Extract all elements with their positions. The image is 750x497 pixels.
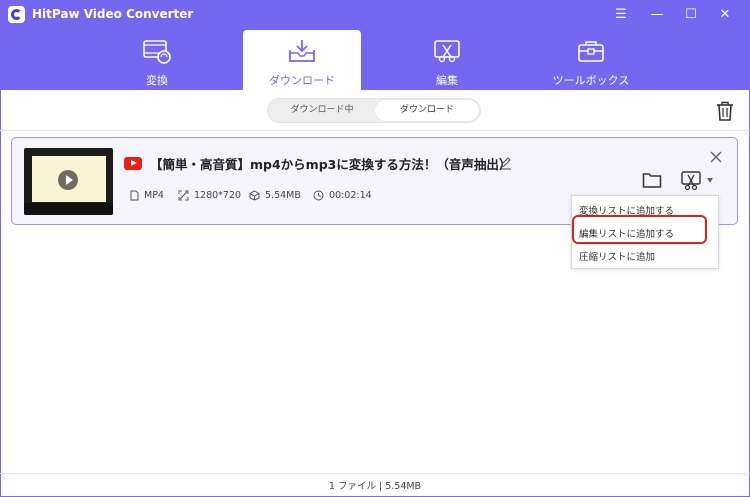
tab-convert-label: 変換: [146, 74, 168, 87]
clock-icon: [313, 190, 324, 201]
chevron-down-icon[interactable]: [707, 178, 713, 183]
trash-icon[interactable]: [714, 100, 736, 122]
film-convert-icon: [143, 40, 171, 64]
status-bar: 1 ファイル | 5.54MB: [328, 481, 422, 492]
minimize-icon[interactable]: —: [647, 5, 667, 25]
tab-download[interactable]: ダウンロード: [243, 30, 361, 90]
window-border-left: [0, 90, 1, 497]
tab-edit-label: 編集: [436, 74, 458, 87]
menu-item-add-to-compress[interactable]: 圧縮リストに追加: [579, 249, 655, 263]
video-title: 【簡単・高音質】mp4からmp3に変換する方法！（音声抽出）: [150, 157, 512, 172]
toolbar-divider: [0, 130, 750, 131]
folder-icon[interactable]: [642, 171, 662, 189]
video-resolution: 1280*720: [194, 190, 242, 201]
tab-convert[interactable]: 変換: [98, 30, 216, 90]
thumbnail-bar: [24, 203, 113, 215]
segment-downloaded[interactable]: ダウンロード: [375, 100, 479, 121]
title-bar: HitPaw Video Converter ☰ — ☐ ✕: [0, 0, 750, 30]
app-title: HitPaw Video Converter: [32, 7, 194, 21]
pencil-edit-icon[interactable]: [499, 156, 513, 170]
close-window-icon[interactable]: ✕: [715, 5, 735, 25]
close-icon[interactable]: [709, 150, 723, 164]
highlight-annotation: [572, 215, 707, 244]
download-tray-icon: [289, 40, 315, 62]
toolbox-icon: [578, 41, 604, 62]
app-logo: [8, 6, 25, 23]
tab-toolbox[interactable]: ツールボックス: [532, 30, 650, 90]
segment-downloading[interactable]: ダウンロード中: [270, 100, 374, 121]
video-size: 5.54MB: [265, 190, 301, 201]
size-cube-icon: [249, 190, 260, 201]
status-divider: [0, 473, 750, 474]
tab-download-label: ダウンロード: [269, 74, 335, 87]
edit-scissor-icon[interactable]: [680, 170, 702, 190]
tab-toolbox-label: ツールボックス: [552, 74, 630, 87]
file-icon: [130, 190, 139, 201]
menu-icon[interactable]: ☰: [611, 5, 631, 25]
maximize-icon[interactable]: ☐: [681, 5, 701, 25]
app-header: HitPaw Video Converter ☰ — ☐ ✕ 変換 ダウンロード: [0, 0, 750, 90]
play-icon[interactable]: [58, 170, 78, 190]
video-format: MP4: [144, 190, 164, 201]
video-thumbnail[interactable]: [24, 148, 113, 215]
edit-scissor-icon: [434, 40, 460, 63]
video-duration: 00:02:14: [329, 190, 372, 201]
youtube-icon: [124, 157, 142, 170]
download-status-switch: ダウンロード中 ダウンロード: [267, 98, 481, 123]
tab-edit[interactable]: 編集: [388, 30, 506, 90]
resolution-icon: [178, 190, 189, 201]
